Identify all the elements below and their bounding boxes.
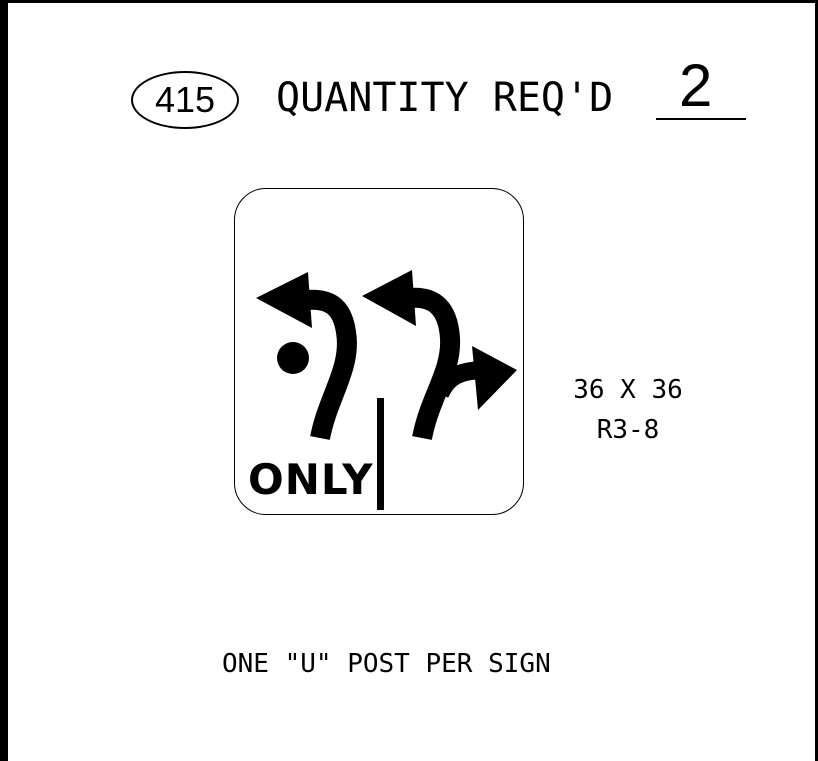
sign-code: R3-8 (596, 415, 660, 445)
sign-number: 415 (154, 79, 216, 120)
quantity-label: QUANTITY REQ'D (276, 75, 614, 121)
lane-divider-line (377, 398, 384, 510)
sign-number-oval: 415 (131, 71, 239, 129)
frame-left-border (0, 0, 8, 761)
frame-top-border (0, 0, 818, 3)
right-curve-arrow-shaft (409, 287, 461, 441)
post-note: ONE "U" POST PER SIGN (222, 649, 551, 679)
quantity-underline (656, 118, 746, 120)
sign-size: 36 X 36 (573, 375, 683, 405)
sign-legend-only: ONLY (248, 455, 374, 504)
roundabout-dot-icon (277, 342, 309, 374)
right-arrowhead-icon (472, 346, 517, 410)
left-curve-arrow-shaft (305, 289, 357, 441)
left-arrowhead-icon (256, 272, 312, 328)
quantity-value: 2 (679, 52, 713, 119)
right-lane-left-arrowhead-icon (362, 270, 416, 326)
